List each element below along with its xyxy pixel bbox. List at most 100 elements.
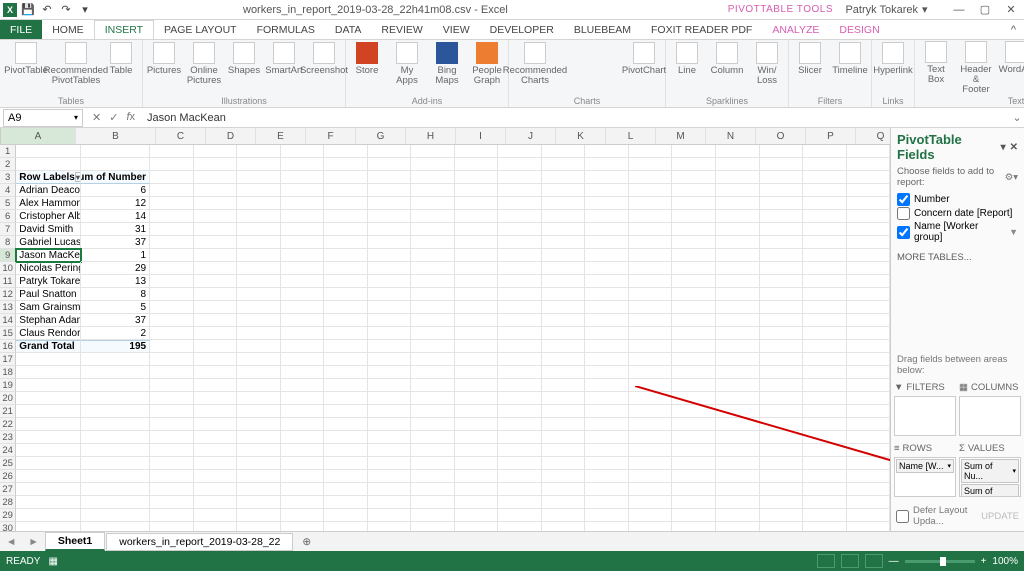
cell-D22[interactable] [194, 418, 238, 431]
timeline-button[interactable]: Timeline [833, 42, 867, 76]
cell-E29[interactable] [237, 509, 281, 522]
cell-G19[interactable] [324, 379, 368, 392]
cell-N26[interactable] [629, 470, 673, 483]
chart-types-gallery[interactable] [563, 42, 621, 83]
cell-C28[interactable] [150, 496, 194, 509]
close-button[interactable]: ✕ [998, 0, 1024, 20]
row-header[interactable]: 10 [0, 262, 16, 275]
cell-L14[interactable] [542, 314, 586, 327]
cell-N23[interactable] [629, 431, 673, 444]
cell-E11[interactable] [237, 275, 281, 288]
cell-Q20[interactable] [760, 392, 804, 405]
cell-C23[interactable] [150, 431, 194, 444]
cell-L7[interactable] [542, 223, 586, 236]
cell-P7[interactable] [716, 223, 760, 236]
header-footer-button[interactable]: Header & Footer [959, 41, 993, 95]
cell-G16[interactable] [324, 340, 368, 353]
cell-C14[interactable] [150, 314, 194, 327]
sheet-tab-2[interactable]: workers_in_report_2019-03-28_22 [106, 533, 293, 551]
cell-E2[interactable] [237, 158, 281, 171]
cell-L19[interactable] [542, 379, 586, 392]
cell-D12[interactable] [194, 288, 238, 301]
textbox-button[interactable]: Text Box [919, 41, 953, 85]
cell-A25[interactable] [16, 457, 81, 470]
cell-P10[interactable] [716, 262, 760, 275]
row-header[interactable]: 19 [0, 379, 16, 392]
cell-D4[interactable] [194, 184, 238, 197]
cell-D24[interactable] [194, 444, 238, 457]
cell-R3[interactable] [803, 171, 847, 184]
enter-formula-icon[interactable]: ✓ [109, 111, 118, 124]
cell-M8[interactable] [585, 236, 629, 249]
cell-S26[interactable] [847, 470, 890, 483]
col-header-H[interactable]: H [406, 128, 456, 144]
online-pictures-button[interactable]: Online Pictures [187, 42, 221, 86]
cell-A24[interactable] [16, 444, 81, 457]
cell-K15[interactable] [498, 327, 542, 340]
cell-F28[interactable] [281, 496, 325, 509]
cell-B24[interactable] [81, 444, 150, 457]
cell-N25[interactable] [629, 457, 673, 470]
cell-O26[interactable] [672, 470, 716, 483]
cell-I15[interactable] [411, 327, 455, 340]
cell-G18[interactable] [324, 366, 368, 379]
cell-P19[interactable] [716, 379, 760, 392]
cell-D15[interactable] [194, 327, 238, 340]
cell-G25[interactable] [324, 457, 368, 470]
myapps-button[interactable]: My Apps [390, 42, 424, 86]
cell-E20[interactable] [237, 392, 281, 405]
cell-G23[interactable] [324, 431, 368, 444]
cell-G15[interactable] [324, 327, 368, 340]
col-header-E[interactable]: E [256, 128, 306, 144]
cell-H18[interactable] [368, 366, 412, 379]
cell-M26[interactable] [585, 470, 629, 483]
cell-D17[interactable] [194, 353, 238, 366]
bingmaps-button[interactable]: Bing Maps [430, 42, 464, 86]
cell-H30[interactable] [368, 522, 412, 531]
cell-I23[interactable] [411, 431, 455, 444]
cell-M22[interactable] [585, 418, 629, 431]
cell-N3[interactable] [629, 171, 673, 184]
cell-R18[interactable] [803, 366, 847, 379]
cell-D19[interactable] [194, 379, 238, 392]
cell-G4[interactable] [324, 184, 368, 197]
cell-F5[interactable] [281, 197, 325, 210]
cell-K8[interactable] [498, 236, 542, 249]
cell-A18[interactable] [16, 366, 81, 379]
row-header[interactable]: 28 [0, 496, 16, 509]
area-filters-box[interactable] [894, 396, 956, 436]
cell-P12[interactable] [716, 288, 760, 301]
cell-P23[interactable] [716, 431, 760, 444]
cell-O18[interactable] [672, 366, 716, 379]
cell-R16[interactable] [803, 340, 847, 353]
cell-B19[interactable] [81, 379, 150, 392]
tab-analyze[interactable]: ANALYZE [762, 20, 829, 39]
cell-M20[interactable] [585, 392, 629, 405]
cell-H9[interactable] [368, 249, 412, 262]
cell-J11[interactable] [455, 275, 499, 288]
cell-R11[interactable] [803, 275, 847, 288]
cell-O15[interactable] [672, 327, 716, 340]
cell-Q16[interactable] [760, 340, 804, 353]
store-button[interactable]: Store [350, 42, 384, 76]
cell-K7[interactable] [498, 223, 542, 236]
cell-H29[interactable] [368, 509, 412, 522]
cell-G13[interactable] [324, 301, 368, 314]
cell-O4[interactable] [672, 184, 716, 197]
cell-O2[interactable] [672, 158, 716, 171]
cell-M15[interactable] [585, 327, 629, 340]
cell-M14[interactable] [585, 314, 629, 327]
cell-L25[interactable] [542, 457, 586, 470]
cell-J26[interactable] [455, 470, 499, 483]
cell-A20[interactable] [16, 392, 81, 405]
cell-I18[interactable] [411, 366, 455, 379]
area-values-box[interactable]: Sum of Nu...▾ Sum of Numb [959, 457, 1021, 497]
cell-O1[interactable] [672, 145, 716, 158]
col-header-G[interactable]: G [356, 128, 406, 144]
cell-P2[interactable] [716, 158, 760, 171]
cell-Q10[interactable] [760, 262, 804, 275]
cell-H21[interactable] [368, 405, 412, 418]
cell-K27[interactable] [498, 483, 542, 496]
sheet-tab-1[interactable]: Sheet1 [45, 532, 105, 551]
cell-C24[interactable] [150, 444, 194, 457]
